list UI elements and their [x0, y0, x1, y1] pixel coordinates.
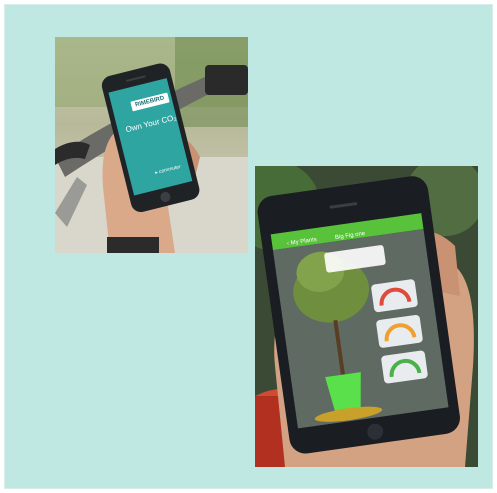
- plant-scene-illustration: [255, 166, 478, 467]
- bike-scene-illustration: [55, 37, 248, 253]
- photo-phone-on-bike: RIMEBIRD Own Your CO₂ ▸ commuter: [55, 37, 248, 253]
- photo-plant-app-phone: ‹ My Plants Big Fig one: [255, 166, 478, 467]
